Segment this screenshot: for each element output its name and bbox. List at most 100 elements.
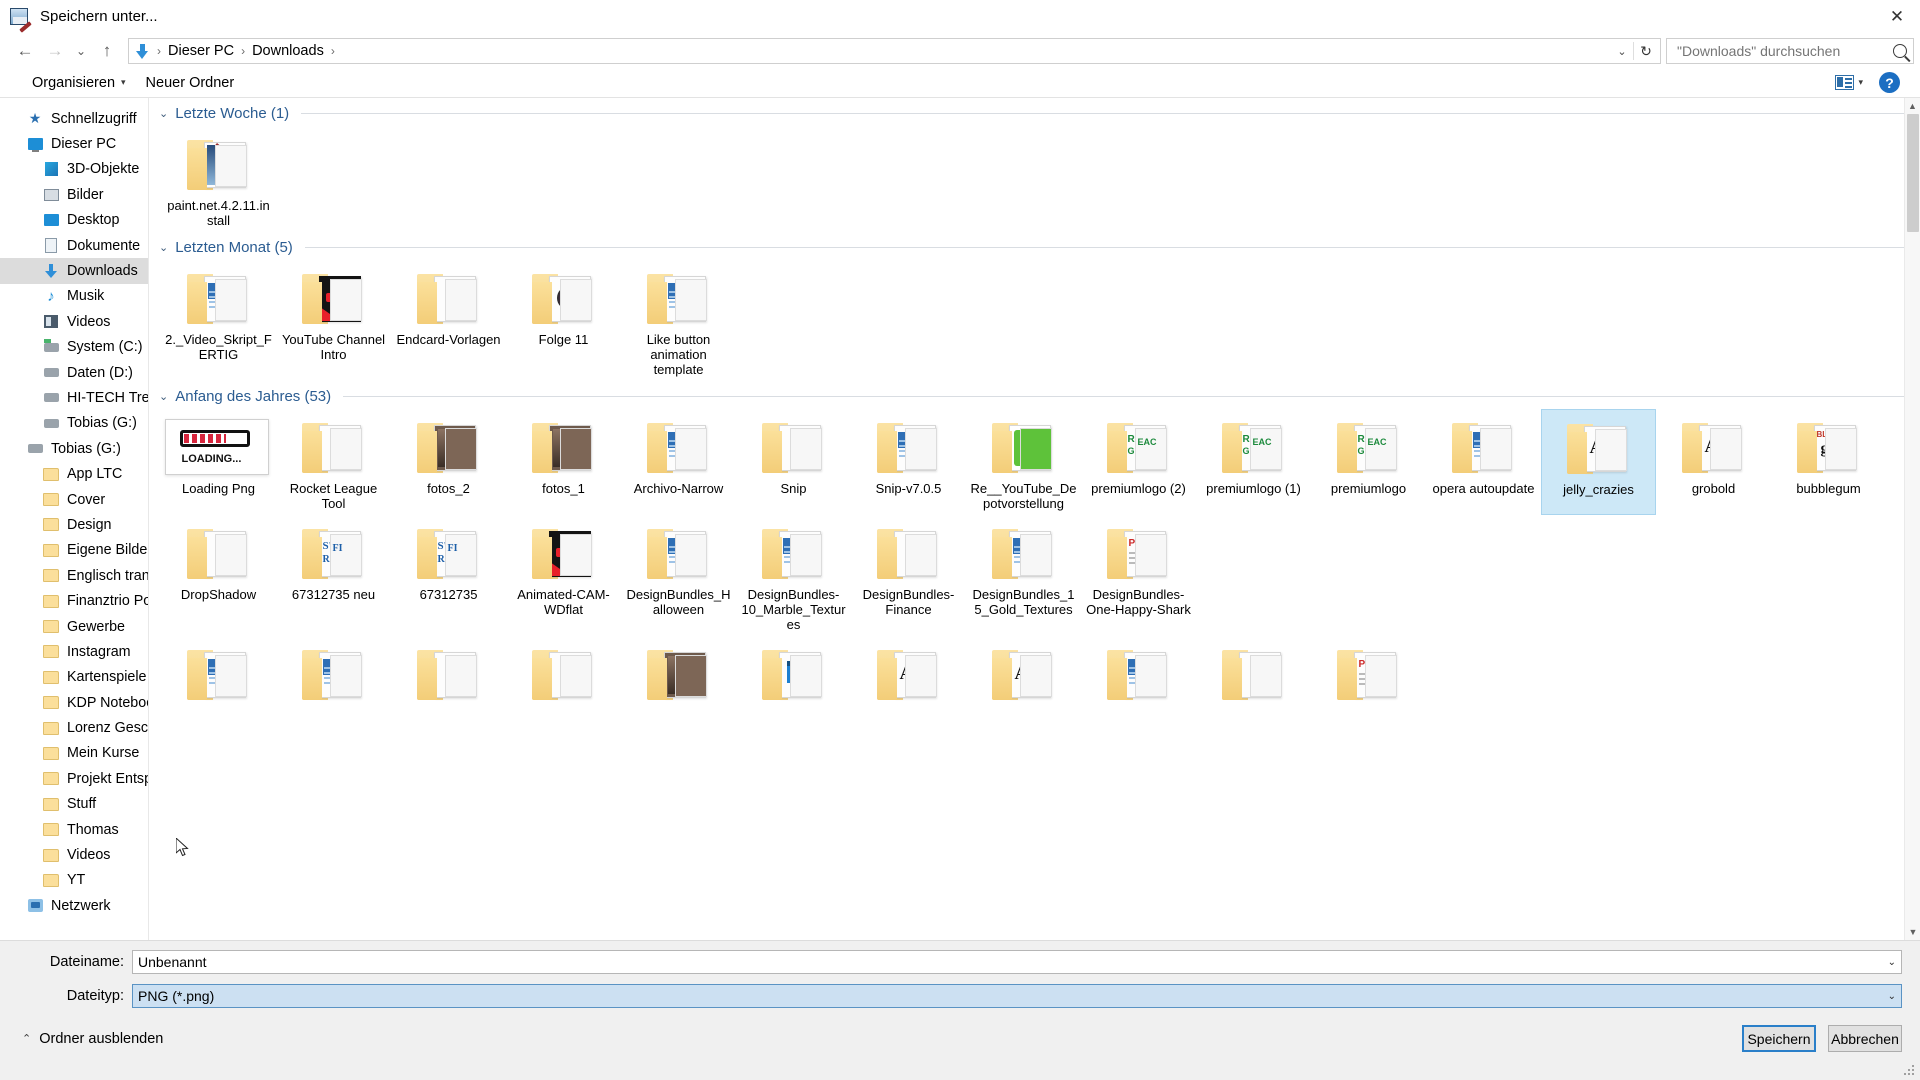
- search-input[interactable]: [1675, 42, 1889, 60]
- chevron-down-icon[interactable]: ⌄: [159, 390, 168, 403]
- chevron-down-icon[interactable]: ⌄: [1882, 957, 1896, 968]
- file-tile[interactable]: [161, 636, 276, 712]
- resize-grip[interactable]: [1904, 1065, 1916, 1077]
- file-tile[interactable]: Snip: [736, 409, 851, 515]
- save-button[interactable]: Speichern: [1742, 1025, 1816, 1052]
- sidebar-item-design[interactable]: Design: [0, 512, 148, 537]
- chevron-down-icon[interactable]: ⌄: [1882, 991, 1896, 1002]
- file-group-header[interactable]: ⌄ Anfang des Jahres (53): [149, 381, 1920, 409]
- file-tile[interactable]: PDF DesignBundles-One-Happy-Shark: [1081, 515, 1196, 636]
- file-tile[interactable]: Abg grobold: [1656, 409, 1771, 515]
- file-tile[interactable]: REAG, REEAC premiumlogo (2): [1081, 409, 1196, 515]
- sidebar-item-tobias-g[interactable]: Tobias (G:): [0, 436, 148, 461]
- file-tile[interactable]: DesignBundles-Finance: [851, 515, 966, 636]
- view-mode-icon[interactable]: [1835, 75, 1855, 90]
- up-button[interactable]: ↑: [92, 37, 122, 65]
- chevron-down-icon[interactable]: ⌄: [159, 107, 168, 120]
- scroll-up-button[interactable]: ▲: [1905, 98, 1920, 114]
- scrollbar-thumb[interactable]: [1907, 114, 1919, 232]
- sidebar-item-gewerbe[interactable]: Gewerbe: [0, 614, 148, 639]
- file-tile[interactable]: [1081, 636, 1196, 712]
- file-tile[interactable]: DesignBundles-10_Marble_Textures: [736, 515, 851, 636]
- close-icon[interactable]: ✕: [1874, 0, 1920, 34]
- cancel-button[interactable]: Abbrechen: [1828, 1025, 1902, 1052]
- sidebar-item-bilder[interactable]: Bilder: [0, 182, 148, 207]
- file-tile[interactable]: BLE GUMg bubblegum: [1771, 409, 1886, 515]
- hide-folders-button[interactable]: ⌃ Ordner ausblenden: [22, 1031, 163, 1047]
- chevron-down-icon[interactable]: ⌄: [1611, 45, 1633, 58]
- sidebar-item-system-c[interactable]: System (C:): [0, 335, 148, 360]
- file-tile[interactable]: opera autoupdate: [1426, 409, 1541, 515]
- file-tile[interactable]: [276, 636, 391, 712]
- file-tile[interactable]: Like button animation template: [621, 260, 736, 381]
- forward-button[interactable]: →: [40, 37, 70, 65]
- file-tile[interactable]: paint.net.4.2.11.install: [161, 126, 276, 232]
- file-tile[interactable]: REAG, REEAC premiumlogo (1): [1196, 409, 1311, 515]
- chevron-down-icon[interactable]: ⌄: [159, 241, 168, 254]
- file-group-header[interactable]: ⌄ Letzten Monat (5): [149, 232, 1920, 260]
- address-bar[interactable]: › Dieser PC › Downloads › ⌄ ↻: [128, 38, 1661, 64]
- file-tile[interactable]: Re__YouTube_Depotvorstellung: [966, 409, 1081, 515]
- vertical-scrollbar[interactable]: ▲ ▼: [1904, 98, 1920, 940]
- sidebar-item-dieser-pc[interactable]: Dieser PC: [0, 131, 148, 156]
- sidebar-item-finanztrio-podcast[interactable]: Finanztrio Podcast: [0, 588, 148, 613]
- file-tile[interactable]: DesignBundles_15_Gold_Textures: [966, 515, 1081, 636]
- breadcrumb-item-1[interactable]: Downloads: [249, 43, 327, 59]
- file-tile[interactable]: [1196, 636, 1311, 712]
- file-tile[interactable]: fotos_1: [506, 409, 621, 515]
- file-tile[interactable]: [506, 636, 621, 712]
- file-tile[interactable]: DropShadow: [161, 515, 276, 636]
- sidebar-item-app-ltc[interactable]: App LTC: [0, 461, 148, 486]
- sidebar-item-mein-kurse[interactable]: Mein Kurse: [0, 741, 148, 766]
- file-tile[interactable]: Endcard-Vorlagen: [391, 260, 506, 381]
- sidebar-item-englisch-translate[interactable]: Englisch translate: [0, 563, 148, 588]
- sidebar-item-netzwerk[interactable]: Netzwerk: [0, 893, 148, 918]
- sidebar-item-3d-objekte[interactable]: 3D-Objekte: [0, 157, 148, 182]
- sidebar-item-hi-tech-treiber-e[interactable]: HI-TECH Treiber (E:): [0, 385, 148, 410]
- file-tile[interactable]: Animated-CAM-WDflat: [506, 515, 621, 636]
- file-tile[interactable]: PDF: [1311, 636, 1426, 712]
- file-tile[interactable]: YouTube Channel Intro: [276, 260, 391, 381]
- file-tile[interactable]: 2._Video_Skript_FERTIG: [161, 260, 276, 381]
- file-tile[interactable]: REAG, REEAC premiumlogo: [1311, 409, 1426, 515]
- file-tile[interactable]: LOADING... Loading Png: [161, 409, 276, 515]
- sidebar-item-videos[interactable]: Videos: [0, 309, 148, 334]
- sidebar-item-thomas[interactable]: Thomas: [0, 817, 148, 842]
- file-tile[interactable]: Rocket League Tool: [276, 409, 391, 515]
- organize-button[interactable]: Organisieren ▾: [22, 72, 136, 94]
- file-tile[interactable]: Archivo-Narrow: [621, 409, 736, 515]
- sidebar-item-lorenz-geschenk[interactable]: Lorenz Geschenk: [0, 715, 148, 740]
- search-icon[interactable]: [1893, 44, 1907, 58]
- sidebar-item-videos[interactable]: Videos: [0, 842, 148, 867]
- file-list-pane[interactable]: ⌄ Letzte Woche (1) paint.net.4.2.11.instal…: [148, 98, 1920, 940]
- file-tile[interactable]: Snip-v7.0.5: [851, 409, 966, 515]
- file-group-header[interactable]: ⌄ Letzte Woche (1): [149, 98, 1920, 126]
- recent-locations-icon[interactable]: ⌄: [70, 37, 92, 65]
- sidebar-item-schnellzugriff[interactable]: ★ Schnellzugriff: [0, 106, 148, 131]
- sidebar-item-projekt-entspannun[interactable]: Projekt Entspannun: [0, 766, 148, 791]
- sidebar-item-kartenspiele[interactable]: Kartenspiele: [0, 665, 148, 690]
- file-tile[interactable]: DesignBundles_Halloween: [621, 515, 736, 636]
- sidebar-item-eigene-bilder[interactable]: Eigene Bilder: [0, 538, 148, 563]
- new-folder-button[interactable]: Neuer Ordner: [136, 72, 245, 94]
- sidebar-item-downloads[interactable]: Downloads: [0, 258, 148, 284]
- sidebar-item-yt[interactable]: YT: [0, 868, 148, 893]
- breadcrumb-item-0[interactable]: Dieser PC: [165, 43, 237, 59]
- sidebar-item-kdp-notebook[interactable]: KDP Notebook: [0, 690, 148, 715]
- sidebar-item-musik[interactable]: ♪ Musik: [0, 284, 148, 309]
- sidebar-item-cover[interactable]: Cover: [0, 487, 148, 512]
- search-box[interactable]: [1666, 38, 1914, 64]
- back-button[interactable]: ←: [10, 37, 40, 65]
- file-tile[interactable]: Folge 11: [506, 260, 621, 381]
- refresh-icon[interactable]: ↻: [1634, 43, 1658, 60]
- sidebar-item-daten-d[interactable]: Daten (D:): [0, 360, 148, 385]
- chevron-down-icon[interactable]: ▾: [1858, 77, 1863, 88]
- sidebar-item-dokumente[interactable]: Dokumente: [0, 233, 148, 258]
- sidebar-item-tobias-g[interactable]: Tobias (G:): [0, 411, 148, 436]
- sidebar-item-desktop[interactable]: Desktop: [0, 208, 148, 233]
- help-icon[interactable]: ?: [1879, 72, 1900, 93]
- file-tile[interactable]: S' FIRSE &FI 67312735: [391, 515, 506, 636]
- filetype-select[interactable]: PNG (*.png) ⌄: [132, 984, 1902, 1008]
- file-tile[interactable]: [621, 636, 736, 712]
- sidebar-item-stuff[interactable]: Stuff: [0, 792, 148, 817]
